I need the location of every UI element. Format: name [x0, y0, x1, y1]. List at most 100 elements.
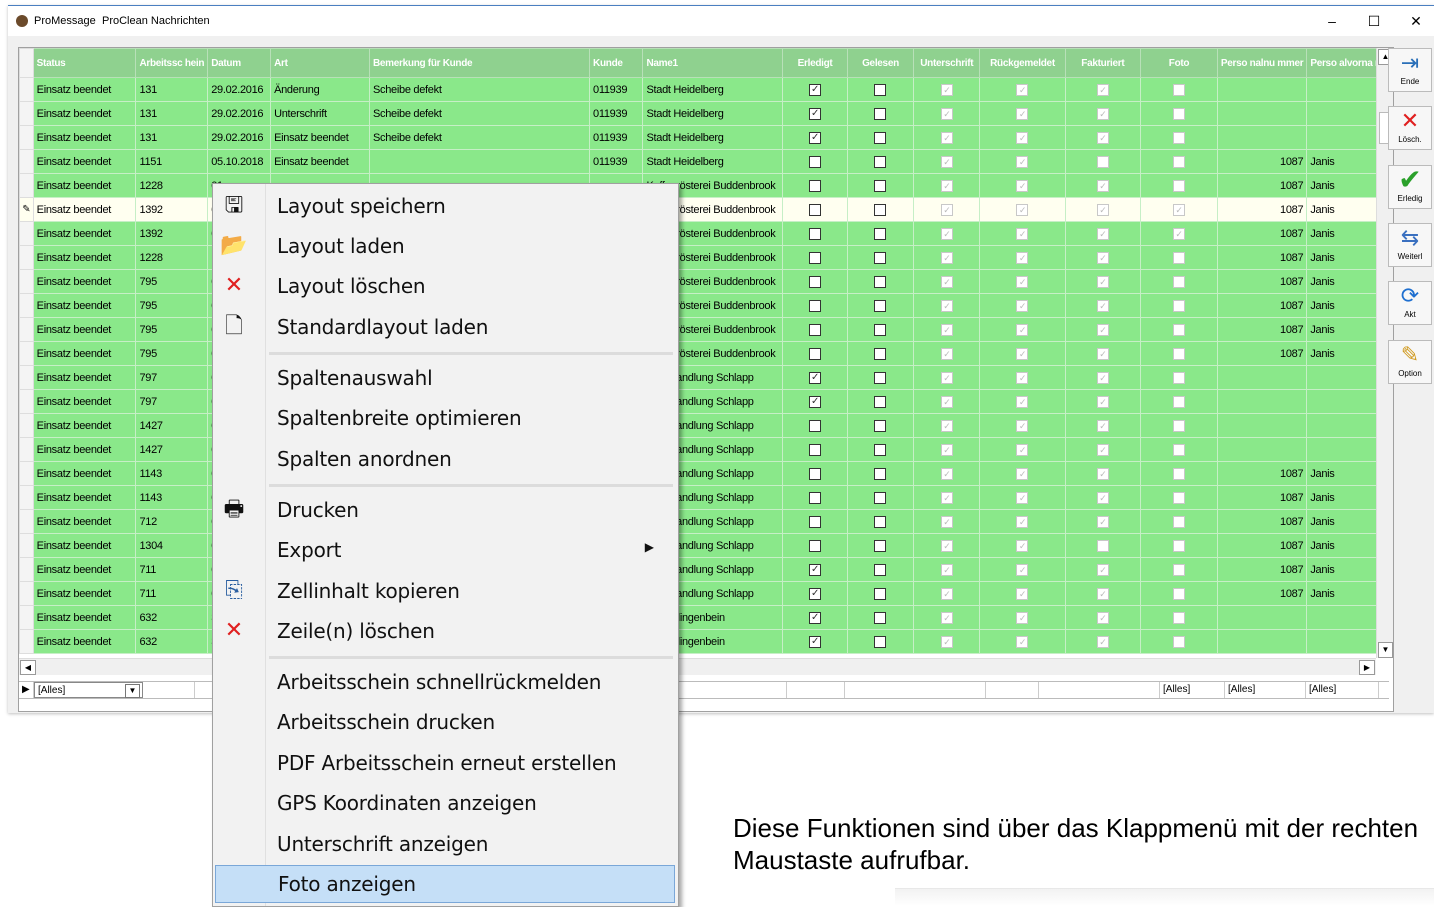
- checkbox-unchecked-icon[interactable]: [1173, 155, 1186, 168]
- refresh-button[interactable]: ⟳ Akt: [1388, 281, 1432, 325]
- row-selector[interactable]: [19, 101, 34, 126]
- cell-nr[interactable]: 795: [135, 317, 209, 342]
- checkbox-checked-icon[interactable]: ✓: [1096, 347, 1109, 360]
- checkbox-checked-icon[interactable]: ✓: [940, 395, 953, 408]
- checkbox-unchecked-icon[interactable]: [1173, 635, 1186, 648]
- cell-nr[interactable]: 797: [135, 365, 209, 390]
- checkbox-unchecked-icon[interactable]: [874, 419, 887, 432]
- checkbox-checked-icon[interactable]: ✓: [809, 83, 822, 96]
- table-row[interactable]: Einsatz beendet 131 29.02.2016 Einsatz been…: [19, 125, 1393, 150]
- cell-status[interactable]: Einsatz beendet: [32, 437, 137, 462]
- cell-status[interactable]: Einsatz beendet: [32, 557, 137, 582]
- checkbox-checked-icon[interactable]: ✓: [1016, 419, 1029, 432]
- checkbox-checked-icon[interactable]: ✓: [809, 587, 822, 600]
- cell-nr[interactable]: 1392: [135, 221, 209, 246]
- cell-status[interactable]: Einsatz beendet: [32, 413, 137, 438]
- cell-nr[interactable]: 131: [135, 101, 209, 126]
- cell-kunde[interactable]: 011939: [589, 101, 644, 126]
- checkbox-checked-icon[interactable]: ✓: [1016, 323, 1029, 336]
- checkbox-checked-icon[interactable]: ✓: [1016, 587, 1029, 600]
- checkbox-unchecked-icon[interactable]: [809, 323, 822, 336]
- filter-cell[interactable]: [1039, 682, 1160, 698]
- cell-nr[interactable]: 1143: [135, 485, 209, 510]
- checkbox-checked-icon[interactable]: ✓: [1096, 227, 1109, 240]
- cell-pnr[interactable]: 1087: [1216, 197, 1308, 222]
- checkbox-unchecked-icon[interactable]: [874, 251, 887, 264]
- cell-pnr[interactable]: [1216, 77, 1308, 102]
- checkbox-checked-icon[interactable]: ✓: [1016, 299, 1029, 312]
- cell-pnr[interactable]: [1216, 125, 1308, 150]
- cell-status[interactable]: Einsatz beendet: [32, 461, 137, 486]
- cell-datum[interactable]: 29.02.2016: [207, 101, 272, 126]
- checkbox-unchecked-icon[interactable]: [809, 539, 822, 552]
- checkbox-unchecked-icon[interactable]: [809, 467, 822, 480]
- checkbox-unchecked-icon[interactable]: [874, 347, 887, 360]
- checkbox-checked-icon[interactable]: ✓: [1016, 371, 1029, 384]
- checkbox-checked-icon[interactable]: ✓: [1016, 251, 1029, 264]
- cell-bem[interactable]: Scheibe defekt: [368, 125, 591, 150]
- cell-status[interactable]: Einsatz beendet: [32, 629, 137, 654]
- checkbox-unchecked-icon[interactable]: [809, 347, 822, 360]
- table-row[interactable]: Einsatz beendet 131 29.02.2016 Unterschrift…: [19, 101, 1393, 126]
- checkbox-unchecked-icon[interactable]: [1173, 443, 1186, 456]
- checkbox-checked-icon[interactable]: ✓: [940, 203, 953, 216]
- cell-datum[interactable]: 05.10.2018: [207, 149, 272, 174]
- foto-filter[interactable]: [Alles]: [1225, 682, 1306, 698]
- checkbox-unchecked-icon[interactable]: [1173, 299, 1186, 312]
- cell-nr[interactable]: 1304: [135, 533, 209, 558]
- checkbox-checked-icon[interactable]: ✓: [1016, 83, 1029, 96]
- checkbox-checked-icon[interactable]: ✓: [940, 323, 953, 336]
- cell-nr[interactable]: 1228: [135, 245, 209, 270]
- checkbox-unchecked-icon[interactable]: [1173, 611, 1186, 624]
- row-selector[interactable]: [19, 269, 34, 294]
- table-row[interactable]: Einsatz beendet 1151 05.10.2018 Einsatz bee…: [19, 149, 1393, 174]
- close-button[interactable]: ✕: [1396, 10, 1434, 32]
- checkbox-checked-icon[interactable]: ✓: [1016, 203, 1029, 216]
- checkbox-checked-icon[interactable]: ✓: [1096, 515, 1109, 528]
- checkbox-checked-icon[interactable]: ✓: [940, 587, 953, 600]
- checkbox-unchecked-icon[interactable]: [874, 131, 887, 144]
- checkbox-unchecked-icon[interactable]: [1173, 419, 1186, 432]
- cell-pnr[interactable]: 1087: [1216, 485, 1308, 510]
- cell-nr[interactable]: 632: [135, 629, 209, 654]
- row-selector[interactable]: [19, 317, 34, 342]
- checkbox-checked-icon[interactable]: ✓: [809, 611, 822, 624]
- filter-cell[interactable]: [677, 682, 787, 698]
- checkbox-checked-icon[interactable]: ✓: [940, 299, 953, 312]
- checkbox-checked-icon[interactable]: ✓: [1096, 635, 1109, 648]
- cell-status[interactable]: Einsatz beendet: [32, 365, 137, 390]
- cell-status[interactable]: Einsatz beendet: [32, 485, 137, 510]
- checkbox-unchecked-icon[interactable]: [874, 467, 887, 480]
- cell-datum[interactable]: 29.02.2016: [207, 125, 272, 150]
- checkbox-unchecked-icon[interactable]: [1173, 515, 1186, 528]
- cell-nr[interactable]: 795: [135, 341, 209, 366]
- checkbox-unchecked-icon[interactable]: [1173, 587, 1186, 600]
- row-selector[interactable]: [19, 389, 34, 414]
- checkbox-unchecked-icon[interactable]: [1173, 347, 1186, 360]
- cell-pnr[interactable]: 1087: [1216, 317, 1308, 342]
- cell-status[interactable]: Einsatz beendet: [32, 221, 137, 246]
- checkbox-checked-icon[interactable]: ✓: [940, 155, 953, 168]
- cell-status[interactable]: Einsatz beendet: [32, 581, 137, 606]
- checkbox-checked-icon[interactable]: ✓: [1016, 107, 1029, 120]
- checkbox-checked-icon[interactable]: ✓: [940, 539, 953, 552]
- column-header-personalnummer[interactable]: Perso nalnu mmer: [1216, 48, 1308, 78]
- checkbox-unchecked-icon[interactable]: [809, 491, 822, 504]
- checkbox-unchecked-icon[interactable]: [874, 179, 887, 192]
- checkbox-unchecked-icon[interactable]: [1173, 395, 1186, 408]
- table-row[interactable]: Einsatz beendet 131 29.02.2016 Änderung Sche…: [19, 77, 1393, 102]
- checkbox-unchecked-icon[interactable]: [1173, 323, 1186, 336]
- checkbox-checked-icon[interactable]: ✓: [1016, 395, 1029, 408]
- row-selector[interactable]: [19, 341, 34, 366]
- cell-kunde[interactable]: 011939: [589, 125, 644, 150]
- cell-pnr[interactable]: 1087: [1216, 221, 1308, 246]
- checkbox-unchecked-icon[interactable]: [874, 587, 887, 600]
- checkbox-checked-icon[interactable]: ✓: [809, 131, 822, 144]
- checkbox-checked-icon[interactable]: ✓: [940, 635, 953, 648]
- checkbox-checked-icon[interactable]: ✓: [1173, 227, 1186, 240]
- checkbox-checked-icon[interactable]: ✓: [940, 347, 953, 360]
- checkbox-unchecked-icon[interactable]: [809, 443, 822, 456]
- checkbox-checked-icon[interactable]: ✓: [1016, 635, 1029, 648]
- checkbox-unchecked-icon[interactable]: [874, 371, 887, 384]
- checkbox-checked-icon[interactable]: ✓: [809, 635, 822, 648]
